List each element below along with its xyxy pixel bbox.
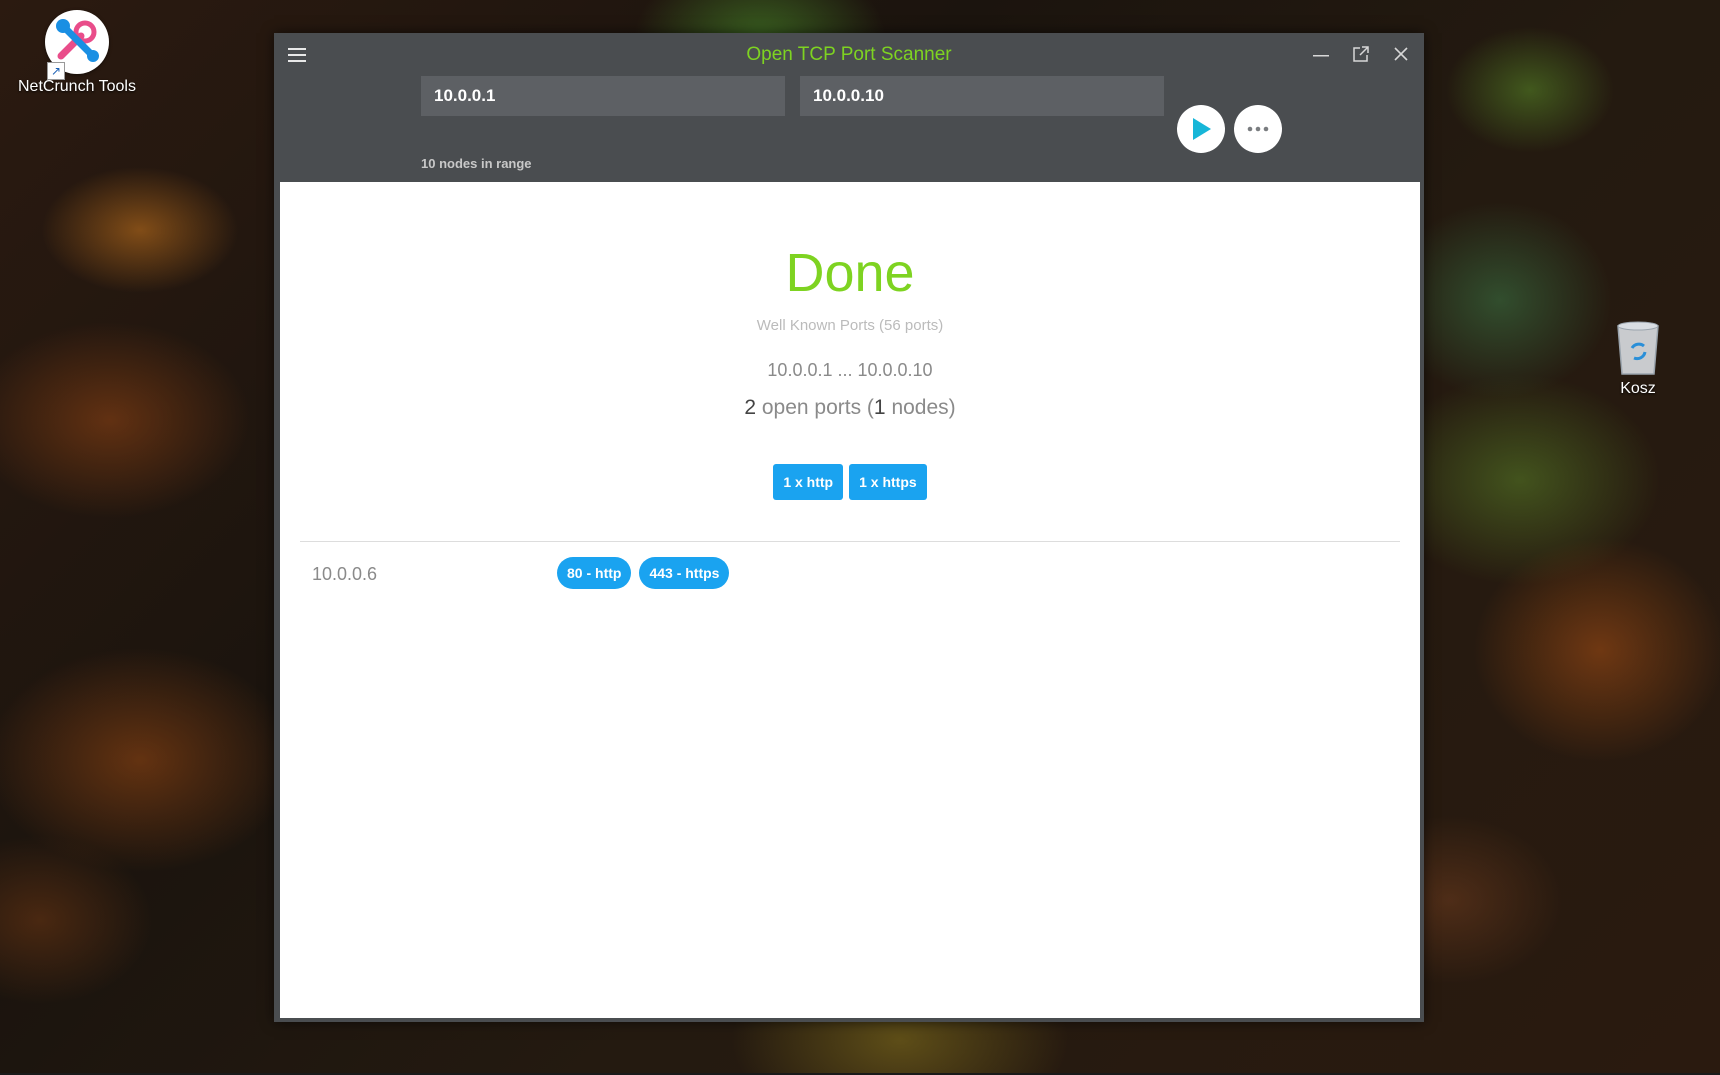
desktop-icon-label: Kosz <box>1620 380 1656 397</box>
end-ip-input[interactable] <box>800 76 1164 116</box>
result-node-ip: 10.0.0.6 <box>312 564 378 584</box>
more-options-button[interactable] <box>1234 105 1282 153</box>
close-button[interactable] <box>1386 39 1416 69</box>
start-scan-button[interactable] <box>1177 105 1225 153</box>
scanned-range: 10.0.0.1 ... 10.0.0.10 <box>767 360 933 380</box>
popout-button[interactable] <box>1346 39 1376 69</box>
port-pill-443-https[interactable]: 443 - https <box>639 557 730 589</box>
window-title: Open TCP Port Scanner <box>746 44 952 65</box>
desktop-icon-label: NetCrunch Tools <box>18 78 136 95</box>
play-icon <box>1193 118 1211 140</box>
netcrunch-tools-icon: ↗ <box>45 10 109 80</box>
service-tag-http[interactable]: 1 x http <box>773 464 844 500</box>
close-icon <box>1394 47 1408 61</box>
hamburger-menu-icon[interactable] <box>288 47 308 63</box>
minimize-icon <box>1313 55 1329 57</box>
external-link-icon <box>1353 46 1369 62</box>
service-tag-https[interactable]: 1 x https <box>849 464 927 500</box>
minimize-button[interactable] <box>1306 39 1336 69</box>
recycle-bin-icon <box>1612 318 1664 376</box>
nodes-count: 1 <box>873 396 886 419</box>
service-summary-tags: 1 x http 1 x https <box>280 464 1420 500</box>
nodes-in-range-label: 10 nodes in range <box>421 156 532 171</box>
nodes-label: nodes) <box>885 396 956 419</box>
open-ports-count: 2 <box>744 396 757 419</box>
titlebar: Open TCP Port Scanner <box>274 33 1424 77</box>
shortcut-arrow-icon: ↗ <box>47 62 65 80</box>
start-ip-input[interactable] <box>421 76 785 116</box>
scan-status: Done <box>785 243 915 303</box>
open-ports-summary: 2 open ports (1 nodes) <box>280 396 1420 420</box>
results-panel: Done Well Known Ports (56 ports) 10.0.0.… <box>280 182 1420 1018</box>
open-port-list: 80 - http 443 - https <box>557 557 730 589</box>
result-row[interactable]: 10.0.0.6 80 - http 443 - https <box>300 554 1400 594</box>
open-ports-label: open ports ( <box>756 396 874 419</box>
desktop-icon-netcrunch-tools[interactable]: ↗ NetCrunch Tools <box>12 10 142 96</box>
results-divider <box>300 541 1400 542</box>
desktop-icon-recycle-bin[interactable]: Kosz <box>1598 318 1678 398</box>
window-controls <box>1306 39 1416 69</box>
port-pill-80-http[interactable]: 80 - http <box>557 557 632 589</box>
more-horizontal-icon <box>1247 126 1269 132</box>
port-profile: Well Known Ports (56 ports) <box>756 317 944 334</box>
desktop: ↗ NetCrunch Tools Kosz Open TCP Port Sca… <box>0 0 1720 1075</box>
